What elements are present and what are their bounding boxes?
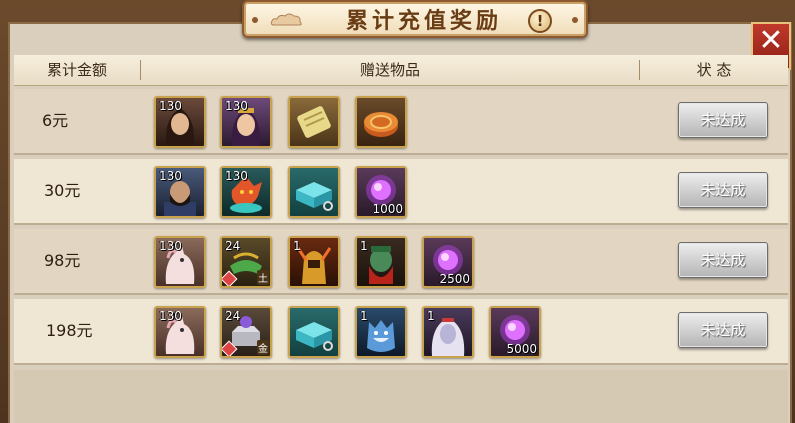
hero-portrait-general-icon[interactable]: 130 <box>154 166 206 218</box>
reward-row: 198元 130 24 金 1 1 5000 未达成 <box>14 299 788 365</box>
mooncake-icon[interactable] <box>355 96 407 148</box>
white-horse-icon[interactable]: 130 <box>154 236 206 288</box>
status-button[interactable]: 未达成 <box>678 172 768 208</box>
silver-treasure-icon[interactable]: 24 金 <box>220 306 272 358</box>
item-quantity: 1000 <box>372 202 403 216</box>
page-title: 累计充值奖励 <box>345 9 502 34</box>
item-level: 130 <box>159 99 182 113</box>
green-treasure-icon[interactable]: 24 土 <box>220 236 272 288</box>
reward-row: 98元 130 24 土 1 1 2500 未达成 <box>14 229 788 295</box>
reward-amount: 98元 <box>44 251 81 270</box>
white-hair-lady-icon[interactable]: 1 <box>422 306 474 358</box>
golden-warrior-icon[interactable]: 1 <box>288 236 340 288</box>
status-button[interactable]: 未达成 <box>678 102 768 138</box>
empty-area <box>14 370 788 423</box>
item-level: 1 <box>360 239 368 253</box>
header-status: 状 态 <box>696 61 732 79</box>
scroll-icon[interactable] <box>288 96 340 148</box>
purple-orb-icon[interactable]: 5000 <box>489 306 541 358</box>
cloud-icon <box>270 13 302 26</box>
item-element-tag: 金 <box>257 340 269 355</box>
purple-orb-icon[interactable]: 2500 <box>422 236 474 288</box>
white-horse-icon[interactable]: 130 <box>154 306 206 358</box>
item-level: 1 <box>360 309 368 323</box>
green-face-general-icon[interactable]: 1 <box>355 236 407 288</box>
item-level: 130 <box>225 99 248 113</box>
item-element-tag: 土 <box>257 270 269 285</box>
hero-portrait-princess-icon[interactable]: 130 <box>220 96 272 148</box>
banner-ornament <box>572 17 578 23</box>
item-level: 24 <box>225 309 241 323</box>
info-icon[interactable]: ! <box>528 9 552 33</box>
reward-amount: 30元 <box>44 181 81 200</box>
item-level: 130 <box>159 169 182 183</box>
item-level: 24 <box>225 239 241 253</box>
item-level: 130 <box>159 239 182 253</box>
item-quantity: 5000 <box>506 342 537 356</box>
status-button[interactable]: 未达成 <box>678 242 768 278</box>
header-items: 赠送物品 <box>359 61 420 79</box>
reward-row: 6元 130 130 未达成 <box>14 89 788 155</box>
reward-row: 30元 130 130 1000 未达成 <box>14 159 788 225</box>
close-icon: ✕ <box>758 23 784 58</box>
item-level: 130 <box>159 309 182 323</box>
title-banner: 累计充值奖励 ! <box>242 0 588 38</box>
item-level: 1 <box>293 239 301 253</box>
table-header: 累计金额 赠送物品 状 态 <box>14 55 788 86</box>
gift-box-icon[interactable] <box>288 306 340 358</box>
reward-amount: 198元 <box>46 321 93 340</box>
banner-ornament <box>252 17 258 23</box>
purple-orb-icon[interactable]: 1000 <box>355 166 407 218</box>
status-button[interactable]: 未达成 <box>678 312 768 348</box>
item-level: 1 <box>427 309 435 323</box>
fire-beast-icon[interactable]: 130 <box>220 166 272 218</box>
header-amount: 累计金额 <box>46 61 107 79</box>
blue-wolf-icon[interactable]: 1 <box>355 306 407 358</box>
reward-amount: 6元 <box>42 111 69 130</box>
item-quantity: 2500 <box>439 272 470 286</box>
item-level: 130 <box>225 169 248 183</box>
hero-portrait-woman-icon[interactable]: 130 <box>154 96 206 148</box>
gift-box-icon[interactable] <box>288 166 340 218</box>
